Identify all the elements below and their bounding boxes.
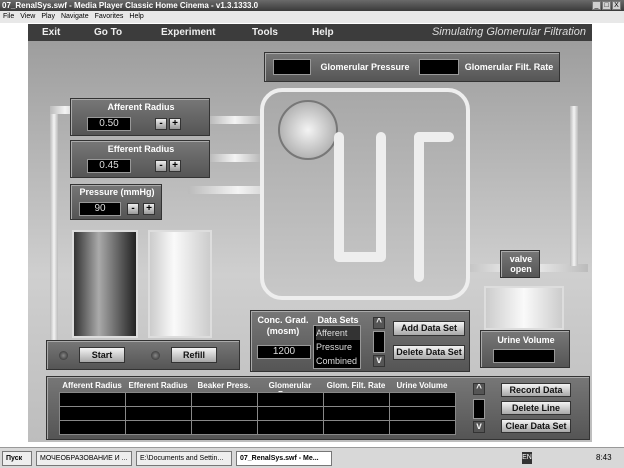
data-table: [59, 392, 456, 435]
sim-menu: Exit Go To Experiment Tools Help Simulat…: [28, 24, 592, 41]
menu-view[interactable]: View: [20, 13, 35, 20]
sim-title: Simulating Glomerular Filtration: [431, 26, 586, 38]
flash-stage: Exit Go To Experiment Tools Help Simulat…: [28, 24, 592, 442]
efferent-radius-panel: Efferent Radius 0.45 - +: [70, 140, 210, 178]
data-set-item[interactable]: Pressure: [316, 340, 360, 354]
title-bar: 07_RenalSys.swf - Media Player Classic H…: [0, 0, 624, 11]
nephron-chamber: [260, 88, 470, 300]
data-set-item[interactable]: Afferent: [316, 326, 360, 340]
efferent-radius-value: 0.45: [87, 159, 131, 173]
tube: [50, 106, 58, 346]
pressure-plus-button[interactable]: +: [143, 203, 155, 215]
taskbar-item[interactable]: МОЧЕОБРАЗОВАНИЕ И ...: [36, 451, 132, 466]
taskbar-item-active[interactable]: 07_RenalSys.swf - Me...: [236, 451, 332, 466]
urine-volume-display: [493, 349, 555, 363]
sim-menu-help[interactable]: Help: [312, 24, 334, 41]
conc-grad-value[interactable]: 1200: [257, 345, 311, 359]
right-beaker: [148, 230, 212, 338]
language-indicator[interactable]: EN: [522, 452, 532, 464]
minimize-button[interactable]: _: [592, 1, 601, 10]
taskbar-item[interactable]: E:\Documents and Settin...: [136, 451, 232, 466]
urine-volume-panel: Urine Volume: [480, 330, 570, 368]
left-beaker: [72, 230, 138, 338]
refill-indicator-light: [151, 351, 160, 360]
data-sets-list[interactable]: Afferent Pressure Combined: [313, 325, 361, 369]
menu-play[interactable]: Play: [41, 13, 55, 20]
data-set-item[interactable]: Combined: [316, 354, 360, 368]
urine-volume-label: Urine Volume: [497, 335, 555, 345]
sim-menu-goto[interactable]: Go To: [94, 24, 122, 41]
pressure-value: 90: [79, 202, 121, 216]
delete-line-button[interactable]: Delete Line: [501, 401, 571, 415]
table-row: [59, 406, 456, 421]
data-sets-scrollbar[interactable]: [373, 331, 385, 353]
sim-menu-experiment[interactable]: Experiment: [161, 24, 215, 41]
valve-label: valve open: [509, 254, 533, 274]
refill-button[interactable]: Refill: [171, 347, 217, 363]
window-title: 07_RenalSys.swf - Media Player Classic H…: [2, 1, 259, 10]
pressure-minus-button[interactable]: -: [127, 203, 139, 215]
sim-menu-exit[interactable]: Exit: [42, 24, 60, 41]
tubule: [376, 132, 386, 262]
add-data-set-button[interactable]: Add Data Set: [393, 321, 465, 336]
data-table-panel: Afferent Radius Efferent Radius Beaker P…: [46, 376, 590, 440]
menu-navigate[interactable]: Navigate: [61, 13, 89, 20]
afferent-radius-label: Afferent Radius: [107, 102, 175, 112]
start-indicator-light: [59, 351, 68, 360]
glomerular-readout-panel: Glomerular Pressure Glomerular Filt. Rat…: [264, 52, 560, 82]
tubule: [334, 132, 344, 262]
pressure-label: Pressure (mmHg): [79, 187, 155, 197]
menu-help[interactable]: Help: [129, 13, 143, 20]
table-scrollbar[interactable]: [473, 399, 485, 419]
start-button[interactable]: Start: [79, 347, 125, 363]
conc-grad-label: Conc. Grad. (mosm): [257, 315, 309, 336]
valve-toggle[interactable]: valve open: [500, 250, 540, 278]
afferent-minus-button[interactable]: -: [155, 118, 167, 130]
tube: [210, 116, 260, 124]
efferent-radius-label: Efferent Radius: [107, 144, 175, 154]
data-sets-label: Data Sets: [317, 315, 359, 325]
glomerulus-capsule: [278, 100, 338, 160]
table-scroll-down[interactable]: v: [473, 421, 485, 433]
data-sets-scroll-down[interactable]: v: [373, 355, 385, 367]
table-row: [59, 420, 456, 435]
table-row: [59, 392, 456, 407]
maximize-button[interactable]: □: [602, 1, 611, 10]
tube: [210, 154, 260, 162]
sim-menu-tools[interactable]: Tools: [252, 24, 278, 41]
tube: [570, 106, 578, 266]
menu-bar: File View Play Navigate Favorites Help: [0, 11, 624, 23]
collecting-duct: [414, 132, 424, 282]
record-data-button[interactable]: Record Data: [501, 383, 571, 397]
pressure-panel: Pressure (mmHg) 90 - +: [70, 184, 162, 220]
collecting-duct: [414, 132, 454, 142]
glomerular-filt-rate-display: [419, 59, 459, 75]
beaker-control-panel: Start Refill: [46, 340, 240, 370]
glomerular-filt-rate-label: Glomerular Filt. Rate: [464, 62, 554, 72]
clear-data-set-button[interactable]: Clear Data Set: [501, 419, 571, 433]
data-sets-panel: Conc. Grad. (mosm) 1200 Data Sets Afferen…: [250, 310, 470, 372]
taskbar: Пуск МОЧЕОБРАЗОВАНИЕ И ... E:\Documents …: [0, 447, 624, 468]
afferent-radius-value: 0.50: [87, 117, 131, 131]
start-menu-button[interactable]: Пуск: [2, 451, 32, 466]
afferent-radius-panel: Afferent Radius 0.50 - +: [70, 98, 210, 136]
table-scroll-up[interactable]: ^: [473, 383, 485, 395]
afferent-plus-button[interactable]: +: [169, 118, 181, 130]
efferent-plus-button[interactable]: +: [169, 160, 181, 172]
glomerular-pressure-display: [273, 59, 311, 75]
data-sets-scroll-up[interactable]: ^: [373, 317, 385, 329]
clock: 8:43: [596, 453, 612, 462]
efferent-minus-button[interactable]: -: [155, 160, 167, 172]
menu-favorites[interactable]: Favorites: [95, 13, 124, 20]
delete-data-set-button[interactable]: Delete Data Set: [393, 345, 465, 360]
menu-file[interactable]: File: [3, 13, 14, 20]
glomerular-pressure-label: Glomerular Pressure: [320, 62, 410, 72]
close-button[interactable]: X: [612, 1, 621, 10]
urine-beaker: [484, 286, 564, 330]
